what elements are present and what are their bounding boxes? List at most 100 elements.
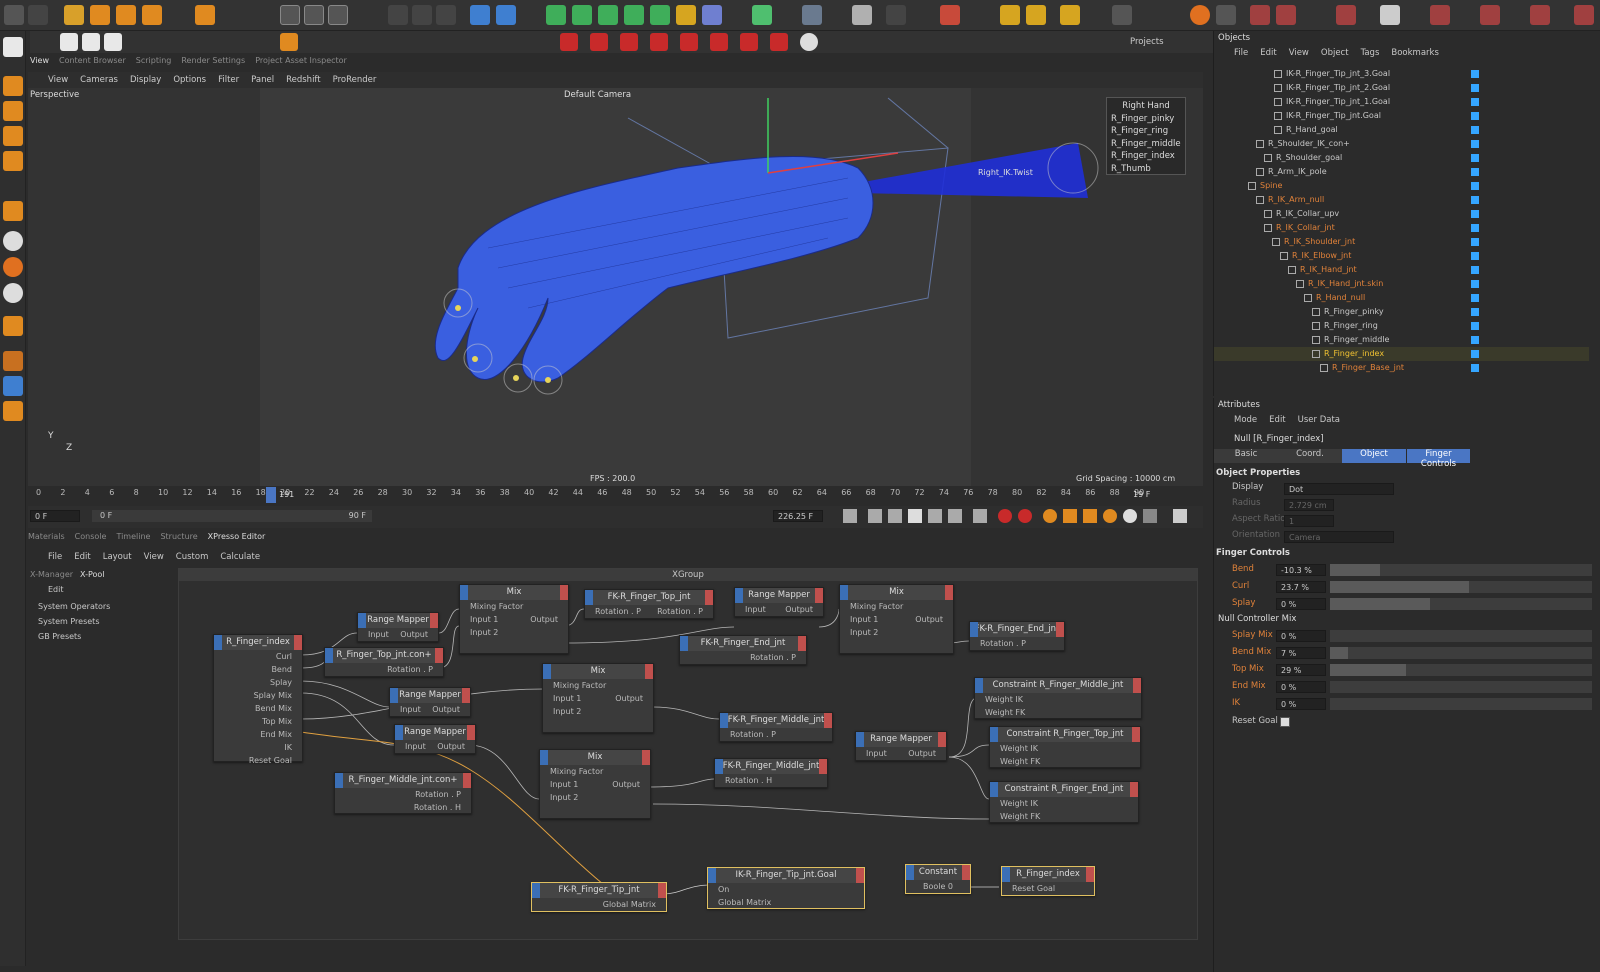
plugin-s-icon[interactable] <box>1190 5 1210 25</box>
pool-gb-presets[interactable]: GB Presets <box>38 632 81 641</box>
orientation-select[interactable]: Camera <box>1284 531 1394 543</box>
edit-mode-icon[interactable] <box>3 37 23 57</box>
polygons-mode-icon[interactable] <box>3 126 23 146</box>
slider-value-field[interactable]: -10.3 % <box>1276 564 1326 576</box>
layer-color-icon[interactable] <box>1471 322 1479 330</box>
grid-icon[interactable] <box>3 376 23 396</box>
snap-s-icon[interactable] <box>3 231 23 251</box>
play-icon[interactable] <box>908 509 922 523</box>
live-select-icon[interactable] <box>195 5 215 25</box>
tab-timeline[interactable]: Timeline <box>116 532 150 546</box>
range-slider[interactable]: 0 F 90 F <box>92 510 372 522</box>
vp-menu-prorender[interactable]: ProRender <box>333 75 377 85</box>
obj-menu-view[interactable]: View <box>1289 48 1309 58</box>
render-settings-icon[interactable] <box>436 5 456 25</box>
slider-track[interactable] <box>1330 598 1592 610</box>
object-tree-row[interactable]: R_Shoulder_goal <box>1214 151 1589 165</box>
key-scale-toggle-icon[interactable] <box>1083 509 1097 523</box>
tab-console[interactable]: Console <box>75 532 107 546</box>
node-mix-3[interactable]: Mix Mixing Factor Input 1 Output Input 2 <box>542 663 654 733</box>
step-back-icon[interactable] <box>888 509 902 523</box>
timeline-ruler[interactable]: 0 2 4 6 8 10 12 14 16 18 20 22 24 26 28 30 32 34 36 38 40 42 4… <box>28 486 1203 506</box>
obj-menu-tags[interactable]: Tags <box>1361 48 1380 58</box>
object-tree-row[interactable]: R_Finger_ring <box>1214 319 1589 333</box>
node-range-mapper-5[interactable]: Range Mapper Input Output <box>855 731 947 761</box>
record-icon[interactable] <box>590 33 608 51</box>
slider-value-field[interactable]: 0 % <box>1276 681 1326 693</box>
attr-tab-coord[interactable]: Coord. <box>1278 449 1342 463</box>
object-tree-row[interactable]: IK-R_Finger_Tip_jnt_2.Goal <box>1214 81 1589 95</box>
attr-menu-mode[interactable]: Mode <box>1234 415 1257 425</box>
text-tool-icon[interactable] <box>1026 5 1046 25</box>
goto-end-icon[interactable] <box>973 509 987 523</box>
node-r-finger-top-con[interactable]: R_Finger_Top_jnt.con+ Rotation . P <box>324 647 444 677</box>
points-mode-icon[interactable] <box>3 76 23 96</box>
attr-tab-finger-controls[interactable]: Finger Controls <box>1406 449 1470 469</box>
fps-field[interactable]: 226.25 F <box>773 510 823 522</box>
view-quad-icon[interactable] <box>104 33 122 51</box>
node-range-mapper-2[interactable]: Range Mapper Input Output <box>734 587 824 617</box>
layer-color-icon[interactable] <box>1471 294 1479 302</box>
menu-content-browser[interactable]: Content Browser <box>59 53 126 68</box>
magnet-icon[interactable] <box>3 316 23 336</box>
node-constraint-end[interactable]: Constraint R_Finger_End_jnt Weight IK We… <box>989 781 1139 823</box>
view-single-icon[interactable] <box>60 33 78 51</box>
slider-value-field[interactable]: 23.7 % <box>1276 581 1326 593</box>
key-selection-icon[interactable] <box>1043 509 1057 523</box>
plugin-s2-icon[interactable] <box>3 257 23 277</box>
hand-picker-middle[interactable]: R_Finger_middle <box>1111 139 1181 152</box>
object-tree-row[interactable]: R_IK_Hand_jnt.skin <box>1214 277 1589 291</box>
autokey-icon[interactable] <box>620 33 638 51</box>
layer-color-icon[interactable] <box>1471 98 1479 106</box>
node-ik-tip-goal[interactable]: IK-R_Finger_Tip_jnt.Goal On Global Matri… <box>707 867 865 909</box>
node-fk-middle-2[interactable]: FK-R_Finger_Middle_jnt Rotation . H <box>714 758 828 788</box>
uv-icon[interactable] <box>1112 5 1132 25</box>
pool-system-operators[interactable]: System Operators <box>38 602 110 611</box>
goto-start-icon[interactable] <box>843 509 857 523</box>
layer-color-icon[interactable] <box>1471 182 1479 190</box>
current-frame-box[interactable]: 19 F <box>1133 490 1150 499</box>
vp-menu-display[interactable]: Display <box>130 75 161 85</box>
mograph-icon[interactable] <box>624 5 644 25</box>
node-range-mapper-3[interactable]: Range Mapper Input Output <box>389 687 471 717</box>
timeline-layout-icon[interactable] <box>1173 509 1187 523</box>
light-icon[interactable] <box>852 5 872 25</box>
sculpt-icon[interactable] <box>1060 5 1080 25</box>
layer-color-icon[interactable] <box>1471 350 1479 358</box>
layer-color-icon[interactable] <box>1471 224 1479 232</box>
scale-tool-icon[interactable] <box>116 5 136 25</box>
axis-mode-icon[interactable] <box>3 201 23 221</box>
menu-scripting[interactable]: Scripting <box>136 53 172 68</box>
layer-color-icon[interactable] <box>1471 84 1479 92</box>
tab-materials[interactable]: Materials <box>28 532 65 546</box>
attr-menu-user-data[interactable]: User Data <box>1298 415 1340 425</box>
redo-icon[interactable] <box>28 5 48 25</box>
node-r-finger-index[interactable]: R_Finger_index Curl Bend Splay Splay Mix… <box>213 634 303 765</box>
slider-value-field[interactable]: 0 % <box>1276 630 1326 642</box>
xpool-edit-menu[interactable]: Edit <box>48 585 64 594</box>
hand-picker-pinky[interactable]: R_Finger_pinky <box>1111 114 1181 127</box>
node-mix-1[interactable]: Mix Mixing Factor Input 1 Output Input 2 <box>459 584 569 654</box>
render-icon[interactable] <box>412 5 432 25</box>
node-constraint-middle[interactable]: Constraint R_Finger_Middle_jnt Weight IK… <box>974 677 1142 719</box>
pool-system-presets[interactable]: System Presets <box>38 617 100 626</box>
vp-menu-options[interactable]: Options <box>173 75 206 85</box>
playhead[interactable] <box>266 487 276 503</box>
next-key-icon[interactable] <box>948 509 962 523</box>
node-fk-top[interactable]: FK-R_Finger_Top_jnt Rotation . P Rotation… <box>584 589 714 619</box>
record-key-icon[interactable] <box>998 509 1012 523</box>
layer-color-icon[interactable] <box>1471 252 1479 260</box>
undo-icon[interactable] <box>4 5 24 25</box>
node-r-finger-middle-con[interactable]: R_Finger_Middle_jnt.con+ Rotation . P Ro… <box>334 772 472 814</box>
view-split-icon[interactable] <box>82 33 100 51</box>
layer-color-icon[interactable] <box>1471 196 1479 204</box>
object-tree-row[interactable]: R_IK_Collar_upv <box>1214 207 1589 221</box>
object-tree-row[interactable]: R_IK_Collar_jnt <box>1214 221 1589 235</box>
aspect-field[interactable]: 1 <box>1284 515 1334 527</box>
z-axis-icon[interactable] <box>328 5 348 25</box>
slider-value-field[interactable]: 7 % <box>1276 647 1326 659</box>
gear-icon[interactable] <box>800 33 818 51</box>
node-fk-middle-1[interactable]: FK-R_Finger_Middle_jnt Rotation . P <box>719 712 833 742</box>
layer-color-icon[interactable] <box>1471 364 1479 372</box>
obj-menu-file[interactable]: File <box>1234 48 1248 58</box>
